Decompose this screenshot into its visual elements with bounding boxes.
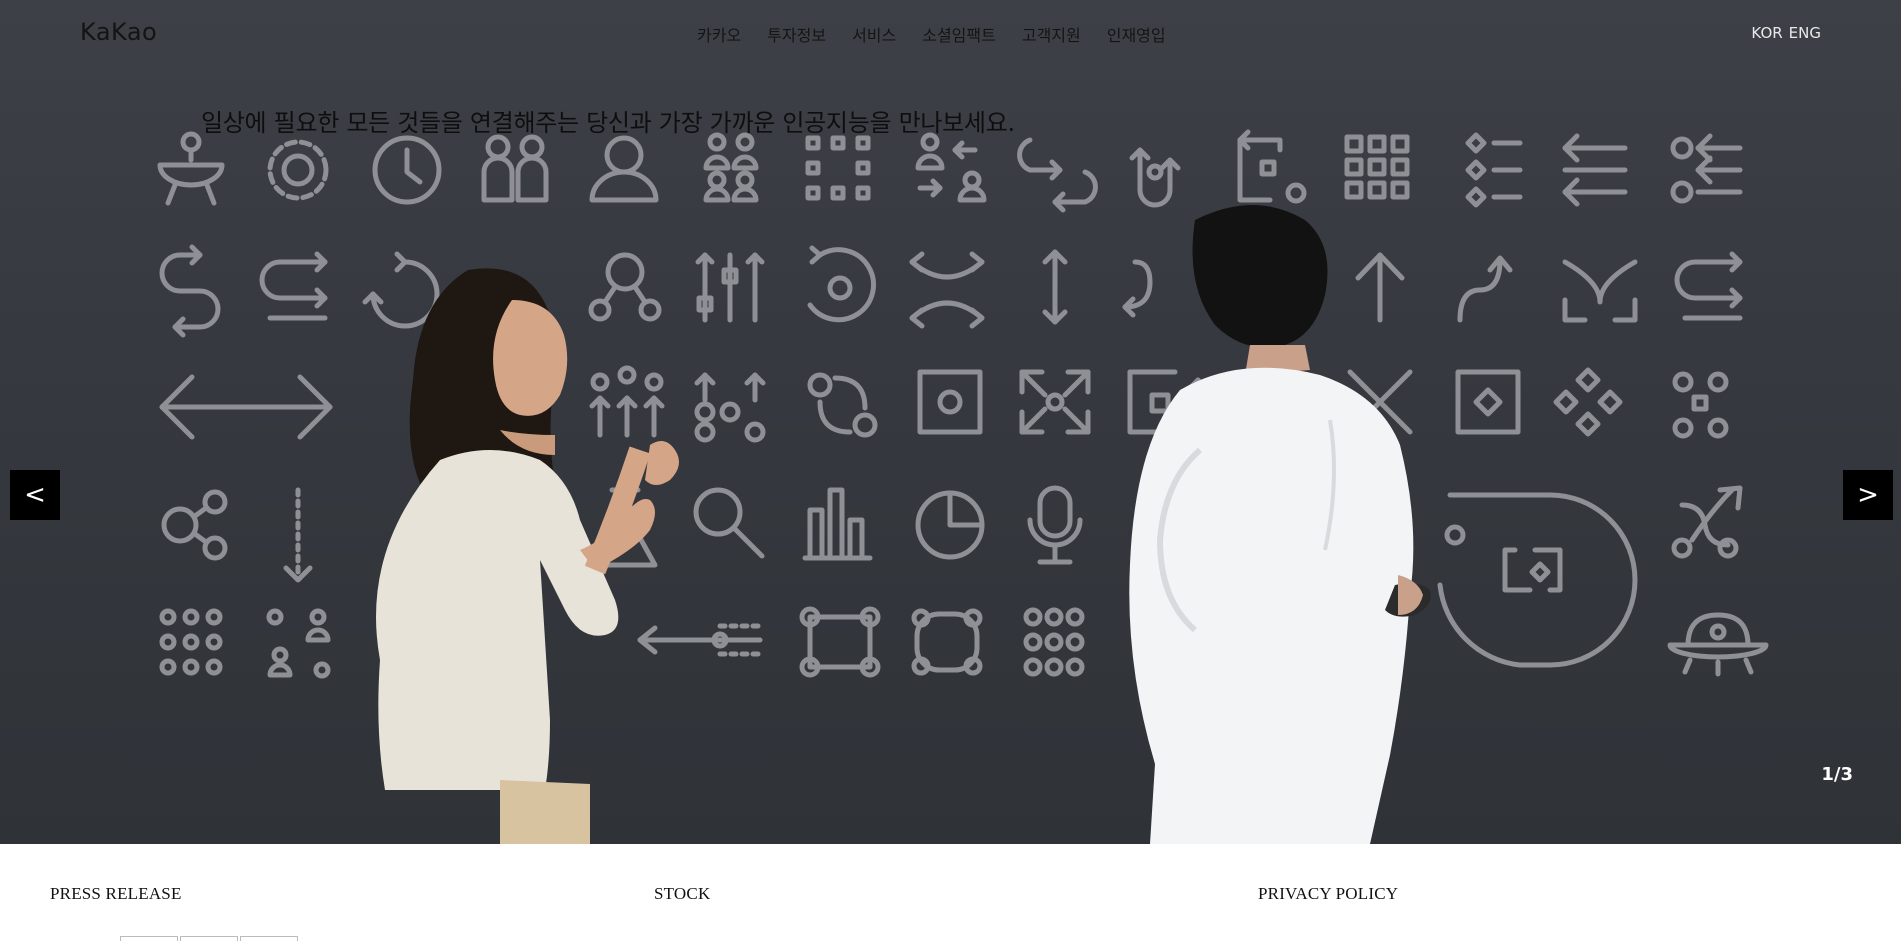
stock-title[interactable]: STOCK	[654, 884, 710, 904]
man-figure	[1129, 205, 1431, 844]
hero-tagline: 일상에 필요한 모든 것들을 연결해주는 당신과 가장 가까운 인공지능을 만나…	[201, 109, 1015, 137]
hero-slider: KaKao 카카오 투자정보 서비스 소셜임팩트 고객지원 인재영입 KOR E…	[0, 0, 1901, 844]
prev-slide-button[interactable]: <	[10, 470, 60, 520]
footer: PRESS RELEASE STOCK PRIVACY POLICY	[0, 844, 1901, 941]
woman-figure	[376, 268, 679, 844]
press-release-title[interactable]: PRESS RELEASE	[50, 884, 182, 904]
slide-counter: 1/3	[1821, 764, 1853, 785]
press-tab[interactable]	[240, 936, 298, 941]
next-slide-button[interactable]: >	[1843, 470, 1893, 520]
press-tab[interactable]	[120, 936, 178, 941]
press-tab[interactable]	[180, 936, 238, 941]
privacy-policy-title[interactable]: PRIVACY POLICY	[1258, 884, 1398, 904]
press-tabs	[120, 936, 298, 941]
